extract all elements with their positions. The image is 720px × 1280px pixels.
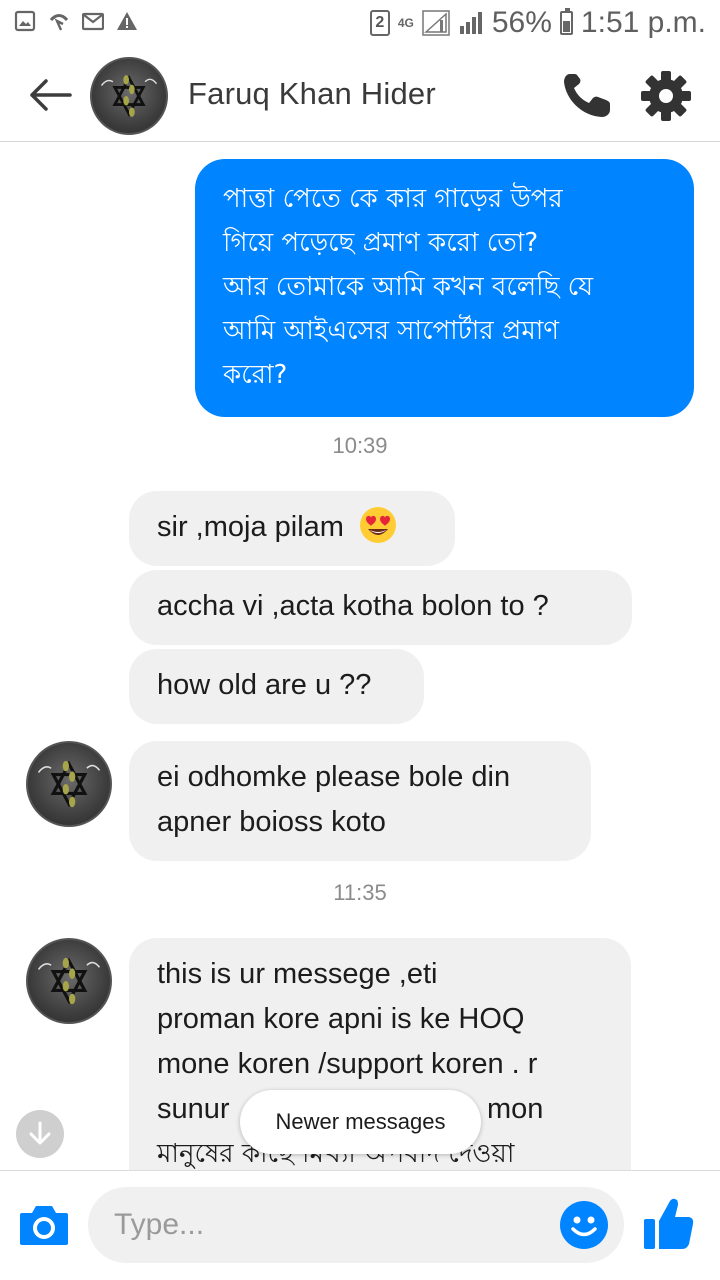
message-line: আর তোমাকে আমি কখন বলেছি যে [223, 272, 594, 302]
scroll-down-button[interactable] [16, 1110, 64, 1158]
sender-avatar[interactable] [26, 741, 112, 827]
signal-icon [459, 12, 482, 34]
star-emblem-icon [37, 760, 101, 808]
message-line: আমি আইএসের সাপোর্টার প্রমাণ [223, 316, 560, 346]
arrow-down-icon [29, 1121, 51, 1145]
star-emblem-icon [37, 957, 101, 1005]
system-status: 2 4G 56% 1:51 p.m. [369, 6, 706, 40]
message-composer [0, 1170, 720, 1280]
warning-icon [117, 12, 137, 30]
timestamp: 10:39 [332, 433, 388, 458]
like-button[interactable] [642, 1195, 696, 1253]
outgoing-message[interactable]: পাত্তা পেতে কে কার গাড়ের উপর গিয়ে পড়ে… [195, 159, 694, 417]
message-line: পাত্তা পেতে কে কার গাড়ের উপর [223, 184, 563, 214]
newer-messages-button[interactable]: Newer messages [240, 1090, 481, 1154]
emoji-button[interactable] [560, 1201, 608, 1249]
battery-percent: 56% [491, 6, 552, 39]
message-line: proman kore apni is ke HOQ [157, 1003, 525, 1035]
message-text: how old are u ?? [157, 669, 372, 701]
thumbs-up-icon [644, 1198, 694, 1249]
network-type: 4G [397, 16, 414, 30]
message-line: গিয়ে পড়েছে প্রমাণ করো তো? [223, 228, 539, 258]
contact-avatar[interactable] [90, 57, 168, 135]
battery-icon [559, 8, 573, 35]
message-text: sir ,moja pilam [157, 511, 344, 543]
contact-name[interactable]: Faruq Khan Hider [188, 76, 436, 112]
clock: 1:51 p.m. [580, 6, 706, 39]
message-line: apner boioss koto [157, 806, 386, 838]
conversation-header: Faruq Khan Hider [0, 48, 720, 142]
message-line: this is ur messege ,eti [157, 958, 438, 990]
incoming-message[interactable]: sir ,moja pilam [129, 491, 455, 566]
settings-button[interactable] [640, 70, 692, 122]
sim-badge: 2 [369, 10, 390, 36]
gallery-icon [14, 10, 36, 32]
signal-icon [422, 10, 450, 36]
message-fragment: sunur [157, 1093, 230, 1125]
message-input[interactable] [114, 1187, 554, 1263]
message-line: ei odhomke please bole din [157, 761, 511, 793]
back-arrow-icon [30, 79, 72, 111]
sender-avatar[interactable] [26, 938, 112, 1024]
incoming-message[interactable]: how old are u ?? [129, 649, 424, 724]
incoming-message[interactable]: ei odhomke please bole din apner boioss … [129, 741, 591, 861]
gear-icon [641, 71, 691, 121]
message-line: mone koren /support koren . r [157, 1048, 538, 1080]
emoji-icon [571, 1216, 597, 1237]
heart-eyes-emoji [360, 507, 396, 544]
missed-call-icon [49, 14, 69, 31]
status-bar: 2 4G 56% 1:51 p.m. [0, 0, 720, 48]
back-button[interactable] [26, 73, 74, 117]
message-fragment: mon [487, 1093, 544, 1125]
camera-button[interactable] [18, 1203, 70, 1247]
phone-icon [564, 74, 610, 117]
camera-icon [20, 1206, 68, 1245]
star-emblem-icon [100, 74, 158, 118]
incoming-message[interactable]: accha vi ,acta kotha bolon to ? [129, 570, 632, 645]
message-text: accha vi ,acta kotha bolon to ? [157, 590, 549, 622]
gmail-icon [82, 12, 104, 31]
message-list[interactable]: পাত্তা পেতে কে কার গাড়ের উপর গিয়ে পড়ে… [0, 143, 720, 1170]
call-button[interactable] [560, 70, 614, 120]
message-input-box[interactable] [88, 1187, 624, 1263]
message-line: করো? [223, 360, 288, 390]
timestamp: 11:35 [333, 880, 387, 905]
notification-icons [14, 10, 138, 32]
